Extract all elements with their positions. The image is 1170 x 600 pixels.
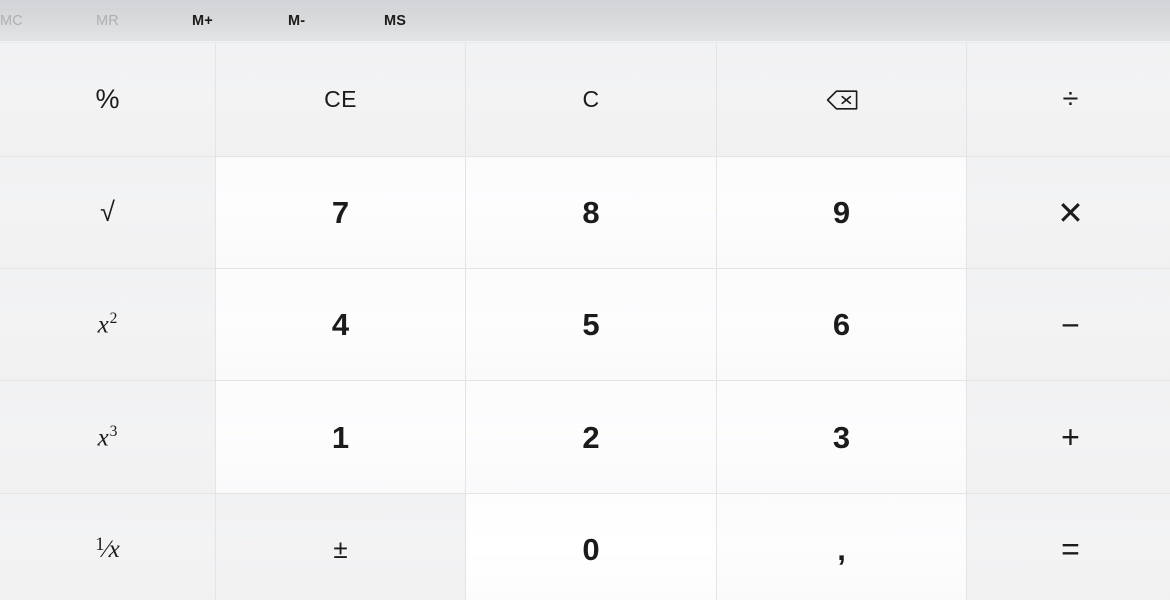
equals-button[interactable]: =: [967, 494, 1170, 600]
digit-6-label: 6: [832, 307, 851, 342]
clear-entry-label: CE: [324, 86, 357, 112]
digit-3-label: 3: [832, 419, 851, 455]
digit-2-button[interactable]: 2: [466, 381, 716, 493]
cube-label: x3: [97, 422, 118, 452]
digit-2-label: 2: [582, 419, 600, 455]
backspace-icon: [825, 88, 859, 112]
keypad-grid: % CE C ÷ √ 7 8 9 ✕ x2 4 5 6 − x3 1 2 3 +…: [0, 43, 1170, 600]
digit-8-label: 8: [582, 195, 600, 230]
digit-0-button[interactable]: 0: [466, 494, 716, 600]
memory-slot-mr: MR: [96, 0, 192, 43]
negate-button[interactable]: ±: [216, 494, 465, 600]
digit-1-label: 1: [331, 419, 350, 455]
digit-3-button[interactable]: 3: [717, 381, 966, 493]
clear-button[interactable]: C: [466, 43, 716, 156]
memory-recall-button[interactable]: MR: [96, 0, 192, 43]
percent-label: %: [95, 84, 120, 114]
subtract-label: −: [1061, 306, 1080, 343]
digit-6-button[interactable]: 6: [717, 269, 966, 380]
memory-store-button[interactable]: MS: [384, 0, 480, 43]
clear-label: C: [582, 86, 600, 112]
digit-9-button[interactable]: 9: [717, 157, 966, 268]
memory-subtract-button[interactable]: M-: [288, 0, 384, 43]
digit-4-button[interactable]: 4: [216, 269, 465, 380]
square-button[interactable]: x2: [0, 269, 215, 380]
equals-label: =: [1061, 531, 1080, 567]
percent-button[interactable]: %: [0, 43, 215, 156]
backspace-button[interactable]: [717, 43, 966, 156]
divide-label: ÷: [1062, 83, 1079, 115]
digit-9-label: 9: [832, 195, 851, 230]
clear-entry-button[interactable]: CE: [216, 43, 465, 156]
digit-0-label: 0: [582, 531, 600, 567]
subtract-button[interactable]: −: [967, 269, 1170, 380]
multiply-button[interactable]: ✕: [967, 157, 1170, 268]
digit-1-button[interactable]: 1: [216, 381, 465, 493]
reciprocal-button[interactable]: 1⁄x: [0, 494, 215, 600]
memory-clear-button[interactable]: MC: [0, 0, 96, 43]
digit-7-label: 7: [331, 195, 350, 230]
square-root-label: √: [100, 197, 115, 228]
decimal-separator-button[interactable]: ,: [717, 494, 966, 600]
square-label: x2: [97, 310, 118, 339]
memory-slot-mplus: M+: [192, 0, 288, 43]
memory-slot-mminus: M-: [288, 0, 384, 43]
memory-slot-ms: MS: [384, 0, 480, 43]
digit-4-label: 4: [331, 307, 350, 342]
reciprocal-label: 1⁄x: [95, 534, 120, 563]
negate-label: ±: [333, 534, 348, 564]
memory-bar: MC MR M+ M- MS: [0, 0, 1170, 43]
calculator-window: MC MR M+ M- MS % CE C ÷ √ 7 8 9 ✕ x2 4 5…: [0, 0, 1170, 600]
add-button[interactable]: +: [967, 381, 1170, 493]
digit-5-label: 5: [582, 307, 600, 342]
memory-add-button[interactable]: M+: [192, 0, 288, 43]
square-root-button[interactable]: √: [0, 157, 215, 268]
multiply-label: ✕: [1057, 194, 1084, 231]
memory-slot-mc: MC: [0, 0, 96, 43]
decimal-separator-label: ,: [837, 531, 846, 567]
digit-7-button[interactable]: 7: [216, 157, 465, 268]
digit-5-button[interactable]: 5: [466, 269, 716, 380]
digit-8-button[interactable]: 8: [466, 157, 716, 268]
add-label: +: [1061, 419, 1080, 455]
divide-button[interactable]: ÷: [967, 43, 1170, 156]
cube-button[interactable]: x3: [0, 381, 215, 493]
